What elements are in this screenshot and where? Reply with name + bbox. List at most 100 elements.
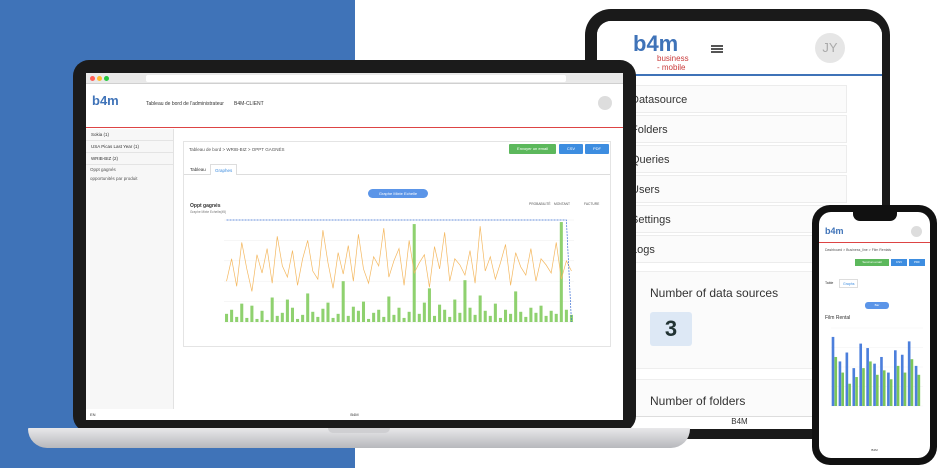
avatar[interactable] bbox=[598, 96, 612, 110]
bar bbox=[524, 316, 528, 322]
send-email-button[interactable]: Envoyer un email bbox=[509, 144, 556, 154]
sidebar-folder[interactable]: USA Picas Last Year (1) bbox=[86, 141, 173, 153]
chart-title: Oppt gagnés bbox=[190, 203, 221, 209]
footer: EN B4M bbox=[86, 409, 623, 420]
url-bar[interactable] bbox=[146, 75, 566, 82]
sidebar-item-label: Datasource bbox=[631, 94, 688, 106]
tab-graphs[interactable]: Graphes bbox=[210, 164, 238, 175]
bar bbox=[834, 356, 838, 406]
bar bbox=[873, 363, 876, 406]
tablet-logo-sub: business - mobile bbox=[657, 54, 689, 72]
bar bbox=[903, 372, 907, 406]
bar bbox=[831, 336, 835, 406]
bar bbox=[862, 368, 865, 406]
chart-type-chip[interactable]: Bar bbox=[865, 302, 889, 309]
bar bbox=[539, 305, 543, 322]
bar bbox=[265, 319, 269, 322]
bar bbox=[341, 281, 345, 322]
bar bbox=[544, 315, 548, 322]
browser-bar bbox=[86, 73, 623, 84]
sidebar: Sokia (1) USA Picas Last Year (1) WRIB-B… bbox=[86, 129, 174, 409]
sidebar-query[interactable]: Oppt gagnés bbox=[86, 165, 173, 174]
pdf-button[interactable]: PDF bbox=[585, 144, 609, 154]
bar bbox=[534, 312, 538, 322]
bar-chart bbox=[831, 327, 923, 407]
bar bbox=[438, 304, 442, 322]
sidebar-folder[interactable]: WRIB-BIZ (2) bbox=[86, 153, 173, 165]
bar bbox=[270, 297, 274, 322]
bar bbox=[245, 317, 249, 322]
bar bbox=[453, 299, 457, 322]
laptop-base bbox=[28, 428, 690, 448]
sidebar-folder[interactable]: Sokia (1) bbox=[86, 129, 173, 141]
legend-probability: PROBABILITÉ bbox=[529, 202, 551, 206]
sidebar-item-label: Settings bbox=[631, 214, 671, 226]
bar bbox=[549, 310, 553, 322]
card-value: 3 bbox=[650, 312, 692, 346]
pdf-button[interactable]: PDF bbox=[909, 259, 925, 266]
legend-amount: MONTANT bbox=[554, 202, 571, 206]
bar bbox=[377, 309, 381, 322]
footer-text: B4M bbox=[731, 417, 748, 426]
hamburger-icon[interactable] bbox=[711, 45, 723, 53]
avatar[interactable] bbox=[911, 226, 922, 237]
bar bbox=[866, 348, 869, 406]
csv-button[interactable]: CSV bbox=[559, 144, 583, 154]
bar bbox=[367, 318, 371, 322]
bar bbox=[336, 313, 340, 322]
bar bbox=[356, 310, 360, 322]
send-email-button[interactable]: Send an email bbox=[855, 259, 889, 266]
bar bbox=[880, 356, 883, 406]
avatar[interactable]: JY bbox=[815, 33, 845, 63]
bar bbox=[841, 372, 845, 406]
csv-button[interactable]: CSV bbox=[891, 259, 907, 266]
graph-type-button[interactable]: Graphe Mixte Echelle bbox=[368, 189, 428, 198]
tab-table[interactable]: Table bbox=[822, 279, 836, 288]
view-tabs: Tableau Graphes bbox=[184, 161, 610, 175]
tab-table[interactable]: Tableau bbox=[186, 164, 210, 175]
card-title: Number of data sources bbox=[650, 286, 779, 300]
language-selector[interactable]: EN bbox=[90, 409, 96, 420]
sidebar-query[interactable]: opportunités par produit bbox=[86, 174, 173, 183]
breadcrumb: Dashboard > Business_line > Film Rentals bbox=[825, 248, 892, 252]
bar bbox=[845, 352, 849, 406]
bar bbox=[321, 308, 325, 322]
bar bbox=[402, 317, 406, 322]
bar bbox=[285, 299, 289, 322]
bar bbox=[488, 315, 492, 322]
close-dot-icon[interactable] bbox=[90, 76, 95, 81]
sidebar-item-label: Queries bbox=[631, 154, 670, 166]
bar bbox=[914, 365, 918, 406]
bar bbox=[296, 318, 300, 322]
minimize-dot-icon[interactable] bbox=[97, 76, 102, 81]
bar bbox=[529, 307, 533, 322]
nav-client[interactable]: B4M-CLIENT bbox=[234, 101, 264, 107]
bar bbox=[498, 317, 502, 322]
tab-graphs[interactable]: Graphs bbox=[839, 279, 859, 288]
bar bbox=[887, 372, 890, 406]
bar bbox=[275, 315, 279, 322]
chart-subtitle: Graphe Mixte Echelle(#5) bbox=[190, 210, 227, 214]
logo[interactable]: b4m bbox=[825, 226, 844, 236]
phone-notch bbox=[853, 212, 897, 221]
bar bbox=[311, 311, 315, 322]
bar bbox=[326, 302, 330, 322]
bar bbox=[240, 303, 244, 322]
logo[interactable]: b4m bbox=[92, 93, 119, 108]
bar bbox=[473, 314, 477, 322]
bar bbox=[852, 368, 856, 406]
bar bbox=[427, 288, 431, 322]
sidebar-item-label: Folders bbox=[631, 124, 668, 136]
mixed-chart bbox=[224, 219, 574, 323]
bar bbox=[493, 303, 497, 322]
bar bbox=[397, 307, 401, 322]
nav-admin-dashboard[interactable]: Tableau de bord de l'administrateur bbox=[146, 101, 224, 107]
maximize-dot-icon[interactable] bbox=[104, 76, 109, 81]
bar bbox=[361, 301, 366, 322]
bar bbox=[290, 307, 294, 322]
bar bbox=[316, 316, 320, 322]
bar bbox=[876, 374, 879, 406]
bar bbox=[382, 316, 386, 322]
bar bbox=[250, 305, 254, 322]
bar bbox=[387, 296, 391, 322]
